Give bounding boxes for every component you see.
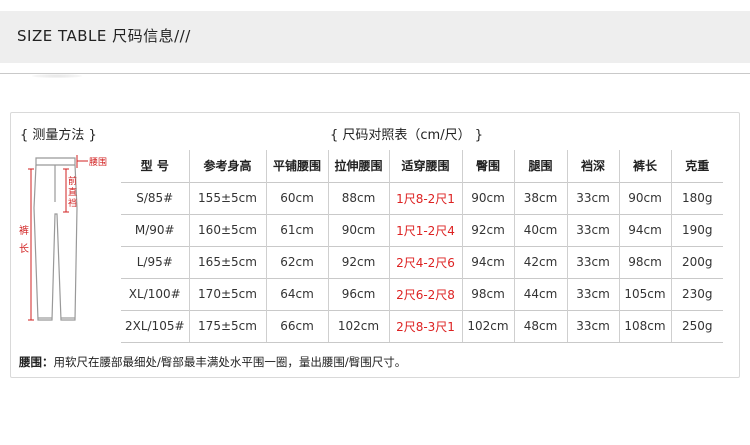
table-cell: XL/100#: [121, 277, 189, 310]
table-cell: 105cm: [618, 277, 671, 310]
waist-arrow: [76, 155, 88, 168]
table-cell: 2尺4-2尺6: [388, 245, 462, 278]
table-row: S/85# 155±5cm 60cm 88cm 1尺8-2尺1 90cm 38cm 33cm 9…: [121, 181, 723, 214]
table-cell: 90cm: [461, 181, 514, 214]
table-cell: 44cm: [513, 277, 567, 310]
table-cell: 92cm: [327, 245, 389, 278]
table-cell: 190g: [670, 213, 723, 246]
table-cell: 33cm: [566, 277, 619, 310]
table-cell: 250g: [670, 309, 723, 343]
table-cell: 61cm: [265, 213, 328, 246]
table-cell: 88cm: [327, 181, 389, 214]
table-cell: M/90#: [121, 213, 189, 246]
table-cell: 60cm: [265, 181, 328, 214]
header-shadow: [32, 74, 82, 78]
table-cell: L/95#: [121, 245, 189, 278]
table-cell: 108cm: [618, 309, 671, 343]
column-header: 裤长: [618, 150, 671, 182]
table-cell: 2XL/105#: [121, 309, 189, 343]
table-cell: 92cm: [461, 213, 514, 246]
table-cell: 90cm: [618, 181, 671, 214]
length-label: 裤长: [19, 224, 29, 255]
table-cell: 98cm: [618, 245, 671, 278]
table-cell: 175±5cm: [188, 309, 266, 343]
note-label: 腰围：: [19, 355, 54, 369]
table-header-row: 型 号 参考身高 平铺腰围 拉伸腰围 适穿腰围 臀围 腿围 裆深 裤长 克重: [121, 150, 723, 182]
size-table-caption: { 尺码对照表（cm/尺） }: [330, 128, 483, 143]
column-header: 适穿腰围: [388, 150, 462, 182]
rise-label: 前直裆: [68, 175, 77, 209]
table-cell: 94cm: [461, 245, 514, 278]
page-title: SIZE TABLE 尺码信息///: [17, 27, 191, 45]
table-cell: 90cm: [327, 213, 389, 246]
table-cell: 102cm: [327, 309, 389, 343]
table-cell: 165±5cm: [188, 245, 266, 278]
table-row: M/90# 160±5cm 61cm 90cm 1尺1-2尺4 92cm 40cm 33cm 9…: [121, 213, 723, 246]
table-row: 2XL/105# 175±5cm 66cm 102cm 2尺8-3尺1 102cm 48cm…: [121, 309, 723, 343]
table-cell: S/85#: [121, 181, 189, 214]
column-header: 型 号: [140, 159, 169, 174]
column-header: 平铺腰围: [265, 150, 328, 182]
table-cell: 230g: [670, 277, 723, 310]
table-cell: 64cm: [265, 277, 328, 310]
table-cell: 38cm: [513, 181, 567, 214]
column-header: 克重: [670, 150, 723, 182]
pants-diagram: 腰围 前直裆 裤长: [19, 155, 107, 321]
table-cell: 170±5cm: [188, 277, 266, 310]
note-text: 用软尺在腰部最细处/臀部最丰满处水平围一圈，量出腰围/臀围尺寸。: [53, 355, 407, 369]
table-cell: 1尺1-2尺4: [388, 213, 462, 246]
measurement-figure: 腰围 前直裆 裤长: [17, 150, 121, 342]
table-row: L/95# 165±5cm 62cm 92cm 2尺4-2尺6 94cm 42cm 33cm 9…: [121, 245, 723, 278]
column-header: 拉伸腰围: [327, 150, 389, 182]
table-cell: 94cm: [618, 213, 671, 246]
table-row: XL/100# 170±5cm 64cm 96cm 2尺6-2尺8 98cm 44cm 33c…: [121, 277, 723, 310]
table-cell: 33cm: [566, 245, 619, 278]
column-header: 裆深: [566, 150, 619, 182]
table-cell: 2尺6-2尺8: [388, 277, 462, 310]
table-cell: 155±5cm: [188, 181, 266, 214]
table-cell: 42cm: [513, 245, 567, 278]
table-cell: 40cm: [513, 213, 567, 246]
table-cell: 2尺8-3尺1: [388, 309, 462, 343]
size-table: 型 号 参考身高 平铺腰围 拉伸腰围 适穿腰围 臀围 腿围 裆深 裤长 克重 S/85# 155±5…: [121, 150, 723, 343]
column-header: 腿围: [513, 150, 567, 182]
table-cell: 62cm: [265, 245, 328, 278]
column-header: 臀围: [461, 150, 514, 182]
table-cell: 96cm: [327, 277, 389, 310]
table-cell: 33cm: [566, 309, 619, 343]
table-cell: 200g: [670, 245, 723, 278]
table-cell: 98cm: [461, 277, 514, 310]
measurement-note: 腰围：用软尺在腰部最细处/臀部最丰满处水平围一圈，量出腰围/臀围尺寸。: [19, 354, 406, 370]
header-divider: [0, 73, 750, 74]
table-body: S/85# 155±5cm 60cm 88cm 1尺8-2尺1 90cm 38cm 33cm 9…: [121, 181, 723, 343]
table-cell: 33cm: [566, 181, 619, 214]
table-cell: 33cm: [566, 213, 619, 246]
column-header: 参考身高: [188, 150, 266, 182]
table-cell: 160±5cm: [188, 213, 266, 246]
table-cell: 102cm: [461, 309, 514, 343]
table-cell: 1尺8-2尺1: [388, 181, 462, 214]
table-cell: 66cm: [265, 309, 328, 343]
measure-method-title: { 测量方法 }: [20, 128, 97, 143]
table-cell: 180g: [670, 181, 723, 214]
table-cell: 48cm: [513, 309, 567, 343]
waist-label: 腰围: [89, 157, 107, 168]
